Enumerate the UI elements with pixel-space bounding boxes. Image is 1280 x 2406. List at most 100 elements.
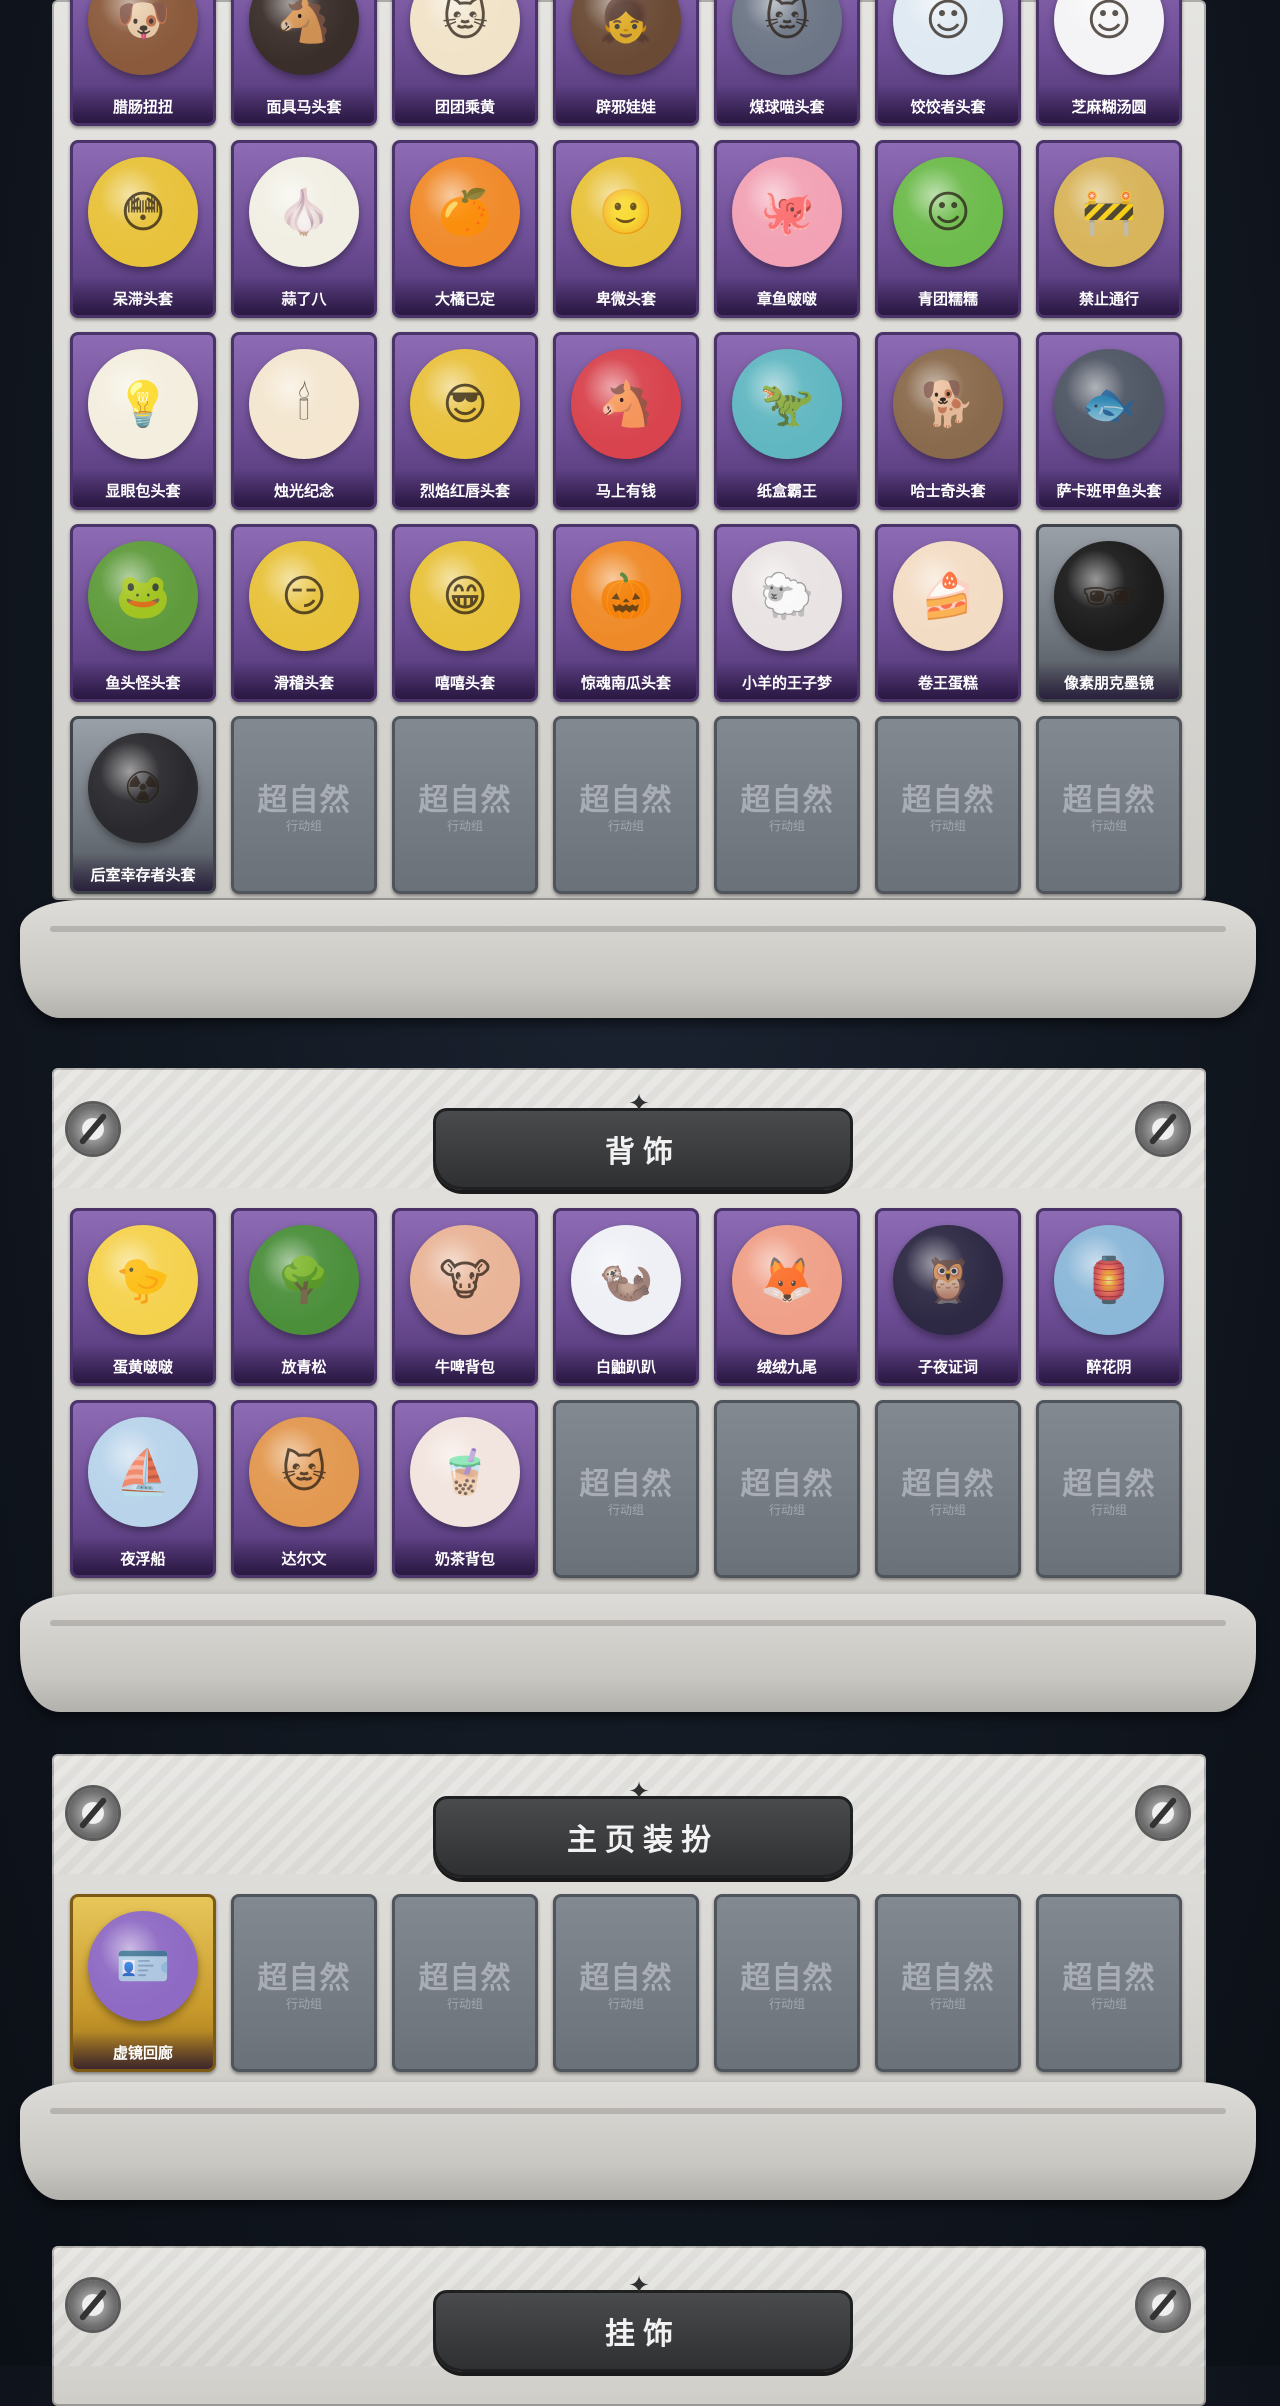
item-card[interactable]: 🐱 达尔文 (231, 1400, 377, 1578)
item-icon: 😳 (88, 157, 198, 267)
locked-item-slot[interactable]: 超自然 行动组 (392, 1894, 538, 2072)
item-card[interactable]: 🏮 醉花阴 (1036, 1208, 1182, 1386)
item-card[interactable]: 🐕 哈士奇头套 (875, 332, 1021, 510)
locked-item-slot[interactable]: 超自然 行动组 (1036, 1400, 1182, 1578)
item-card[interactable]: 💡 显眼包头套 (70, 332, 216, 510)
locked-item-slot[interactable]: 超自然 行动组 (553, 1894, 699, 2072)
item-card[interactable]: ⛵ 夜浮船 (70, 1400, 216, 1578)
locked-item-slot[interactable]: 超自然 行动组 (714, 1894, 860, 2072)
watermark-title: 超自然 (740, 1467, 834, 1502)
item-card[interactable]: 🚧 禁止通行 (1036, 140, 1182, 318)
item-card[interactable]: 🐮 牛啤背包 (392, 1208, 538, 1386)
item-card[interactable]: 🐸 鱼头怪头套 (70, 524, 216, 702)
item-card[interactable]: ☺ 饺饺者头套 (875, 0, 1021, 126)
item-card[interactable]: 🐱 团团乘黄 (392, 0, 538, 126)
item-card[interactable]: 🪪 虚镜回廊 (70, 1894, 216, 2072)
item-icon: 🐤 (88, 1225, 198, 1335)
watermark-subtitle: 行动组 (446, 1997, 483, 2011)
item-icon: 🕶 (1054, 541, 1164, 651)
item-card[interactable]: 🐟 萨卡班甲鱼头套 (1036, 332, 1182, 510)
item-card[interactable]: 😳 呆滞头套 (70, 140, 216, 318)
item-card[interactable]: 👧 辟邪娃娃 (553, 0, 699, 126)
watermark-title: 超自然 (418, 1961, 512, 1996)
item-card[interactable]: 🍊 大橘已定 (392, 140, 538, 318)
item-icon: 🪪 (88, 1911, 198, 2021)
hanging-section-title: 挂饰 (433, 2290, 853, 2372)
item-card[interactable]: 🧋 奶茶背包 (392, 1400, 538, 1578)
item-card[interactable]: 🦦 白鼬趴趴 (553, 1208, 699, 1386)
item-icon: 👧 (571, 0, 681, 75)
watermark-subtitle: 行动组 (768, 1503, 805, 1517)
item-label: 烈焰红唇头套 (395, 469, 535, 507)
item-card[interactable]: 🦖 纸盒霸王 (714, 332, 860, 510)
item-icon: 🦉 (893, 1225, 1003, 1335)
item-icon: 😎 (410, 349, 520, 459)
locked-item-slot[interactable]: 超自然 行动组 (714, 716, 860, 894)
item-card[interactable]: 🌳 放青松 (231, 1208, 377, 1386)
item-card[interactable]: 🐴 马上有钱 (553, 332, 699, 510)
watermark-subtitle: 行动组 (768, 1997, 805, 2011)
watermark-subtitle: 行动组 (929, 1997, 966, 2011)
item-label: 后室幸存者头套 (73, 853, 213, 891)
item-card[interactable]: 🙂 卑微头套 (553, 140, 699, 318)
locked-item-slot[interactable]: 超自然 行动组 (875, 1400, 1021, 1578)
item-card[interactable]: ☢ 后室幸存者头套 (70, 716, 216, 894)
item-icon: 🐟 (1054, 349, 1164, 459)
item-card[interactable]: 🦊 绒绒九尾 (714, 1208, 860, 1386)
item-card[interactable]: 🍰 卷王蛋糕 (875, 524, 1021, 702)
item-card[interactable]: 🐶 腊肠扭扭 (70, 0, 216, 126)
item-card[interactable]: 🎃 惊魂南瓜头套 (553, 524, 699, 702)
locked-item-slot[interactable]: 超自然 行动组 (553, 716, 699, 894)
item-label: 达尔文 (234, 1537, 374, 1575)
item-card[interactable]: 🐴 面具马头套 (231, 0, 377, 126)
item-icon: 🐕 (893, 349, 1003, 459)
item-icon: 🐱 (410, 0, 520, 75)
item-card[interactable]: 🦉 子夜证词 (875, 1208, 1021, 1386)
item-card[interactable]: 😎 烈焰红唇头套 (392, 332, 538, 510)
item-icon: 🏮 (1054, 1225, 1164, 1335)
item-icon: 🐶 (88, 0, 198, 75)
item-label: 哈士奇头套 (878, 469, 1018, 507)
locked-item-slot[interactable]: 超自然 行动组 (875, 716, 1021, 894)
watermark-subtitle: 行动组 (607, 1503, 644, 1517)
item-card[interactable]: 😏 滑稽头套 (231, 524, 377, 702)
item-label: 白鼬趴趴 (556, 1345, 696, 1383)
locked-item-slot[interactable]: 超自然 行动组 (553, 1400, 699, 1578)
item-label: 辟邪娃娃 (556, 85, 696, 123)
locked-item-slot[interactable]: 超自然 行动组 (392, 716, 538, 894)
locked-item-slot[interactable]: 超自然 行动组 (1036, 716, 1182, 894)
item-card[interactable]: ☺ 芝麻糊汤圆 (1036, 0, 1182, 126)
watermark-subtitle: 行动组 (1090, 1503, 1127, 1517)
item-label: 芝麻糊汤圆 (1039, 85, 1179, 123)
item-icon: 🌳 (249, 1225, 359, 1335)
locked-item-slot[interactable]: 超自然 行动组 (875, 1894, 1021, 2072)
homepage-section-title: 主页装扮 (433, 1796, 853, 1878)
item-card[interactable]: 🧄 蒜了八 (231, 140, 377, 318)
item-label: 面具马头套 (234, 85, 374, 123)
item-icon: ⛵ (88, 1417, 198, 1527)
item-card[interactable]: 🐱 煤球喵头套 (714, 0, 860, 126)
item-icon: 🧄 (249, 157, 359, 267)
watermark-title: 超自然 (1062, 783, 1156, 818)
item-label: 奶茶背包 (395, 1537, 535, 1575)
item-label: 嘻嘻头套 (395, 661, 535, 699)
locked-item-slot[interactable]: 超自然 行动组 (231, 1894, 377, 2072)
item-card[interactable]: 🕶 像素朋克墨镜 (1036, 524, 1182, 702)
watermark-subtitle: 行动组 (285, 819, 322, 833)
headwear-scroll-bottom (20, 900, 1256, 1018)
locked-item-slot[interactable]: 超自然 行动组 (231, 716, 377, 894)
item-label: 团团乘黄 (395, 85, 535, 123)
item-card[interactable]: 🕯 烛光纪念 (231, 332, 377, 510)
item-card[interactable]: 🐤 蛋黄啵啵 (70, 1208, 216, 1386)
item-icon: 🐸 (88, 541, 198, 651)
item-icon: 🎃 (571, 541, 681, 651)
watermark-title: 超自然 (257, 1961, 351, 1996)
locked-item-slot[interactable]: 超自然 行动组 (1036, 1894, 1182, 2072)
item-card[interactable]: 🐙 章鱼啵啵 (714, 140, 860, 318)
locked-item-slot[interactable]: 超自然 行动组 (714, 1400, 860, 1578)
watermark-title: 超自然 (579, 783, 673, 818)
item-card[interactable]: ☺ 青团糯糯 (875, 140, 1021, 318)
item-icon: 😏 (249, 541, 359, 651)
item-card[interactable]: 🐑 小羊的王子梦 (714, 524, 860, 702)
item-card[interactable]: 😁 嘻嘻头套 (392, 524, 538, 702)
